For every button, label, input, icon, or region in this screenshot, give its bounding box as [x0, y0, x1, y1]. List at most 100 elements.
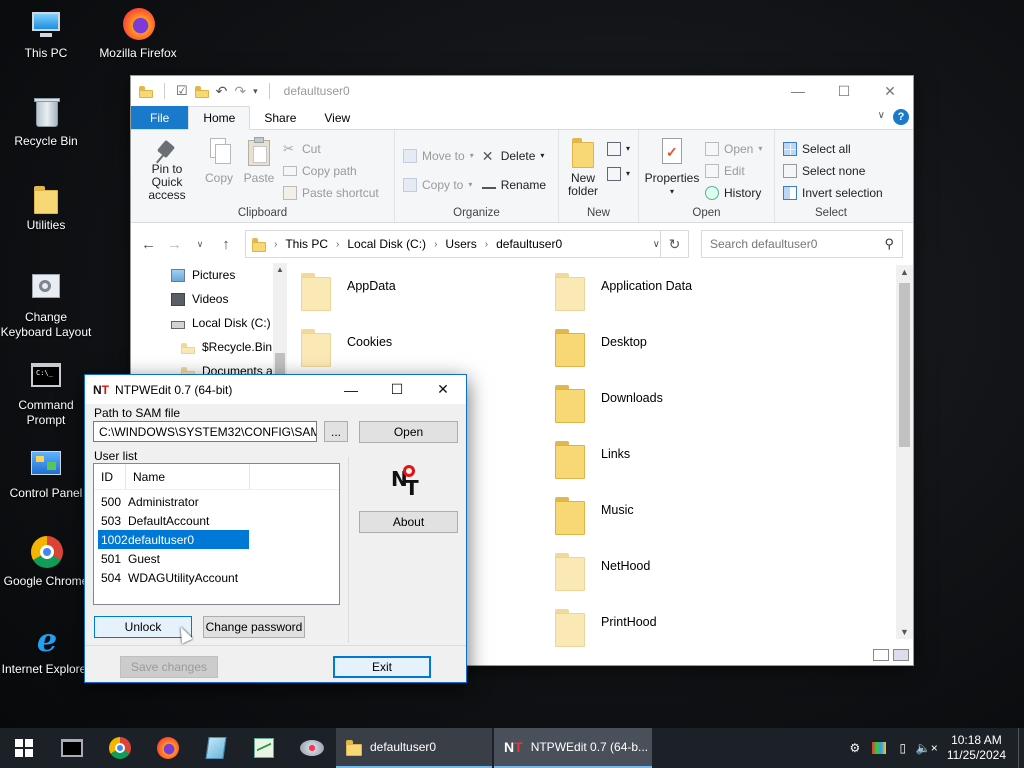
search-input[interactable]: Search defaultuser0 ⚲ [701, 230, 903, 258]
content-scrollbar[interactable]: ▲ ▼ [896, 265, 913, 639]
user-list[interactable]: ID Name 500 Administrator 503 DefaultAccou… [93, 463, 340, 605]
desktop-icon-recycle-bin[interactable]: Recycle Bin [0, 96, 92, 149]
scroll-up-icon[interactable]: ▲ [276, 265, 284, 274]
taskbar-chrome[interactable] [96, 728, 144, 768]
chevron-down-icon[interactable]: ∨ [653, 239, 660, 250]
expand-ribbon-icon[interactable]: ∨ [878, 110, 885, 121]
folder-item-cookies[interactable]: Cookies [301, 327, 392, 367]
network-icon[interactable]: ⚙ [843, 741, 867, 755]
exit-button[interactable]: Exit [333, 656, 431, 678]
desktop-icon-internet-explorer[interactable]: e Internet Explorer [0, 624, 92, 677]
column-header-name[interactable]: Name [126, 464, 250, 489]
folder-item-printhood[interactable]: PrintHood [555, 607, 657, 647]
taskbar-firefox[interactable] [144, 728, 192, 768]
scroll-down-icon[interactable]: ▼ [896, 627, 913, 637]
nav-item-local-disk[interactable]: Local Disk (C:) [171, 316, 271, 330]
open-sam-button[interactable]: Open [359, 421, 458, 443]
volume-muted-icon[interactable]: 🔈× [915, 741, 939, 755]
refresh-icon[interactable]: ↻ [660, 231, 688, 257]
close-button[interactable]: ✕ [867, 76, 913, 106]
cut-button[interactable]: ✂ Cut [283, 139, 379, 158]
user-row-selected[interactable]: 1002 defaultuser0 [98, 530, 249, 549]
properties-check-icon[interactable]: ☑ [176, 83, 188, 99]
desktop-icon-command-prompt[interactable]: C:\_ Command Prompt [0, 360, 92, 428]
select-all-button[interactable]: Select all [783, 139, 883, 158]
rename-button[interactable]: Rename [481, 175, 546, 194]
taskbar-task-ntpwedit[interactable]: NT NTPWEdit 0.7 (64-b... [494, 728, 652, 768]
desktop-icon-change-keyboard-layout[interactable]: Change Keyboard Layout [0, 272, 92, 340]
show-desktop-button[interactable] [1018, 728, 1024, 768]
usb-icon[interactable]: ▯ [891, 741, 915, 755]
delete-button[interactable]: ✕ Delete ▾ [482, 146, 546, 165]
move-to-button[interactable]: Move to ▾ [403, 146, 474, 165]
new-item-button[interactable]: ▾ [606, 139, 630, 158]
folder-item-application-data[interactable]: Application Data [555, 271, 692, 311]
taskbar-cmd[interactable] [48, 728, 96, 768]
clock[interactable]: 10:18 AM 11/25/2024 [939, 733, 1018, 763]
properties-button[interactable]: ✓ Properties ▾ [643, 134, 701, 204]
forward-arrow-icon[interactable]: → [167, 236, 182, 253]
address-bar[interactable]: › This PC › Local Disk (C:) › Users › de… [245, 230, 689, 258]
folder-item-desktop[interactable]: Desktop [555, 327, 647, 367]
copy-button[interactable]: Copy [199, 134, 239, 204]
details-view-icon[interactable] [873, 649, 889, 661]
change-password-button[interactable]: Change password [203, 616, 305, 638]
maximize-button[interactable]: ☐ [374, 375, 420, 404]
minimize-button[interactable]: — [328, 375, 374, 404]
user-row[interactable]: 503 DefaultAccount [98, 511, 249, 530]
breadcrumb-users[interactable]: Users [445, 237, 476, 251]
breadcrumb-local-disk[interactable]: Local Disk (C:) [347, 237, 426, 251]
close-button[interactable]: ✕ [420, 375, 466, 404]
select-none-button[interactable]: Select none [783, 161, 883, 180]
save-changes-button[interactable]: Save changes [120, 656, 218, 678]
folder-item-links[interactable]: Links [555, 439, 630, 479]
tab-share[interactable]: Share [250, 106, 310, 129]
taskbar-disk-tool[interactable] [288, 728, 336, 768]
nav-item-videos[interactable]: Videos [171, 292, 228, 306]
taskbar-task-explorer[interactable]: defaultuser0 [336, 728, 492, 768]
desktop-icon-utilities[interactable]: Utilities [0, 184, 92, 233]
new-folder-button[interactable]: New folder [563, 134, 603, 204]
invert-selection-button[interactable]: Invert selection [783, 183, 883, 202]
recent-locations-icon[interactable]: ∨ [193, 239, 207, 250]
user-row[interactable]: 501 Guest [98, 549, 249, 568]
open-button[interactable]: Open ▾ [705, 139, 762, 158]
customize-toolbar-icon[interactable]: ▾ [253, 86, 258, 97]
pin-to-quick-access-button[interactable]: Pin to Quick access [135, 134, 199, 204]
back-arrow-icon[interactable]: ← [141, 236, 156, 253]
content-scroll-thumb[interactable] [899, 283, 910, 447]
new-folder-small-icon[interactable] [194, 84, 209, 98]
tab-view[interactable]: View [310, 106, 364, 129]
folder-item-appdata[interactable]: AppData [301, 271, 396, 311]
copy-path-button[interactable]: Copy path [283, 161, 379, 180]
desktop-icon-firefox[interactable]: Mozilla Firefox [92, 8, 184, 61]
paste-shortcut-button[interactable]: Paste shortcut [283, 183, 379, 202]
easy-access-button[interactable]: ▾ [606, 164, 630, 183]
maximize-button[interactable]: ☐ [821, 76, 867, 106]
breadcrumb-defaultuser0[interactable]: defaultuser0 [496, 237, 562, 251]
browse-button[interactable]: ... [324, 421, 348, 442]
undo-icon[interactable]: ↶ [216, 83, 228, 100]
redo-icon[interactable]: ↷ [234, 83, 246, 100]
sam-path-input[interactable]: C:\WINDOWS\SYSTEM32\CONFIG\SAM [93, 421, 317, 442]
color-icon[interactable] [867, 742, 891, 754]
column-header-id[interactable]: ID [94, 464, 126, 489]
folder-item-nethood[interactable]: NetHood [555, 551, 650, 591]
minimize-button[interactable]: — [775, 76, 821, 106]
edit-button[interactable]: Edit [705, 161, 762, 180]
tab-home[interactable]: Home [188, 106, 251, 130]
desktop-icon-google-chrome[interactable]: Google Chrome [0, 536, 92, 589]
about-button[interactable]: About [359, 511, 458, 533]
user-row[interactable]: 504 WDAGUtilityAccount [98, 568, 249, 587]
paste-button[interactable]: Paste [239, 134, 279, 204]
folder-item-downloads[interactable]: Downloads [555, 383, 663, 423]
taskbar-task-manager[interactable] [240, 728, 288, 768]
large-icons-view-icon[interactable] [893, 649, 909, 661]
tab-file[interactable]: File [131, 106, 189, 129]
nav-item-recycle-bin-folder[interactable]: $Recycle.Bin [181, 340, 272, 354]
help-icon[interactable]: ? [893, 109, 909, 125]
breadcrumb-this-pc[interactable]: This PC [285, 237, 328, 251]
start-button[interactable] [0, 728, 48, 768]
history-button[interactable]: History [705, 183, 762, 202]
user-row[interactable]: 500 Administrator [98, 492, 249, 511]
